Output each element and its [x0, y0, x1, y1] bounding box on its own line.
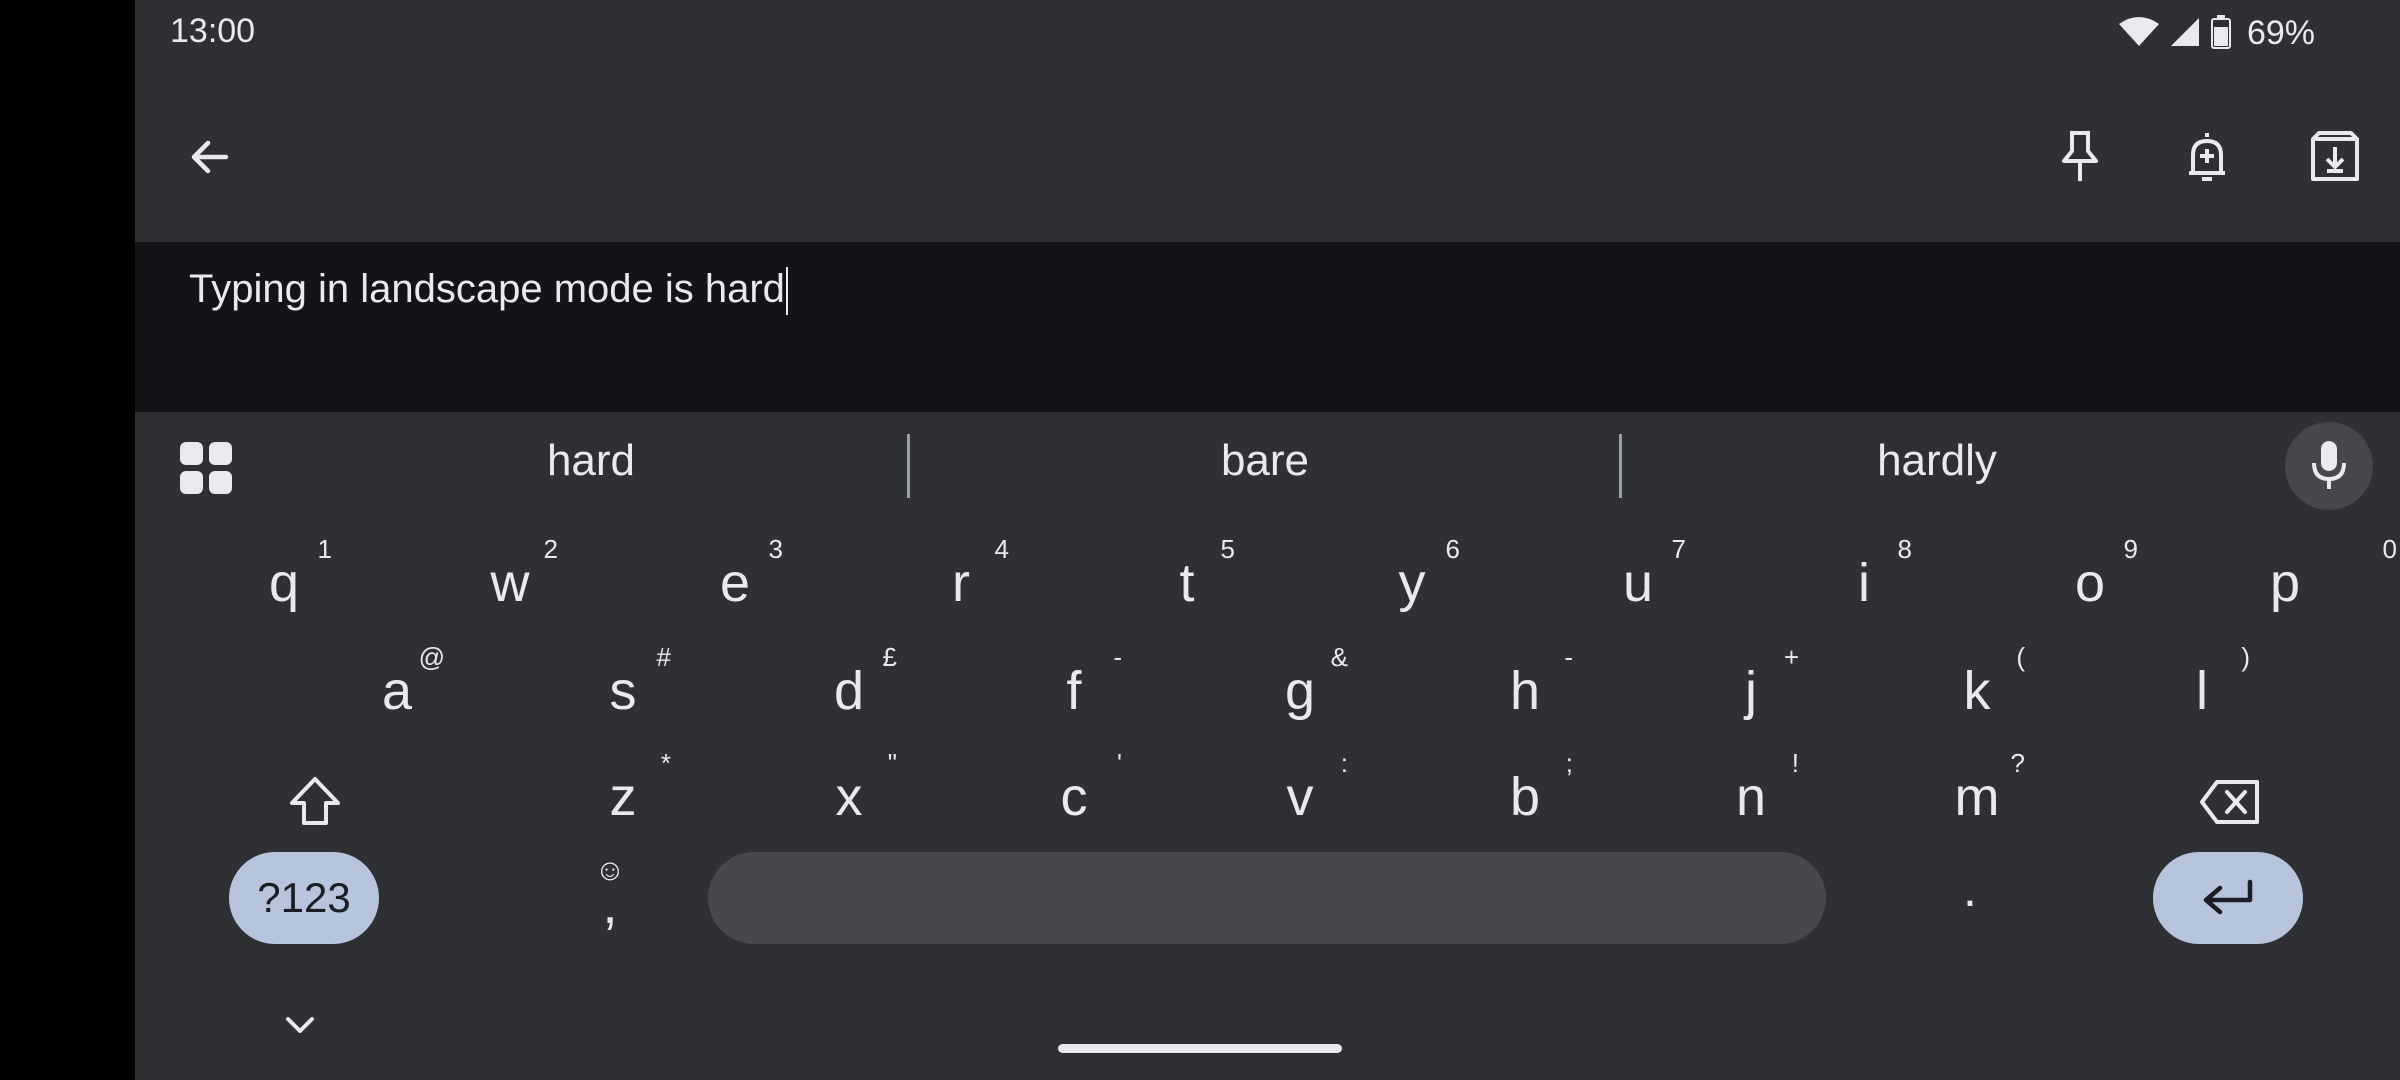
suggestion-2[interactable]: bare	[1115, 436, 1415, 486]
back-arrow-icon	[191, 140, 229, 174]
text-caret	[785, 267, 788, 316]
key-d[interactable]: d £	[749, 640, 949, 740]
key-b[interactable]: b;	[1425, 746, 1625, 846]
comma-label: ,	[602, 875, 618, 935]
key-u[interactable]: u7	[1538, 532, 1738, 632]
key-f[interactable]: f-	[974, 640, 1174, 740]
key-s[interactable]: s #	[523, 640, 723, 740]
back-button[interactable]	[170, 117, 250, 197]
cell-signal-icon	[2169, 16, 2201, 52]
archive-button[interactable]	[2295, 117, 2375, 197]
key-r[interactable]: r4	[861, 532, 1061, 632]
key-p[interactable]: p0	[2185, 532, 2397, 632]
battery-icon	[2210, 14, 2231, 53]
key-n[interactable]: n!	[1651, 746, 1851, 846]
battery-percent: 69%	[2246, 14, 2315, 52]
pin-icon	[2062, 131, 2098, 181]
enter-icon	[2203, 879, 2253, 915]
key-i[interactable]: i8	[1764, 532, 1964, 632]
wifi-icon	[2118, 16, 2159, 52]
voice-input-button[interactable]	[2285, 422, 2373, 510]
key-t[interactable]: t5	[1087, 532, 1287, 632]
key-g[interactable]: g &	[1200, 640, 1400, 740]
chevron-down-icon	[286, 1017, 314, 1033]
space-bar[interactable]	[708, 852, 1826, 944]
left-black-bar	[0, 0, 135, 1080]
hide-keyboard-button[interactable]	[270, 995, 330, 1055]
period-label: .	[1963, 861, 1977, 917]
shift-key[interactable]	[265, 752, 365, 852]
reminder-button[interactable]	[2167, 117, 2247, 197]
period-key[interactable]: .	[1915, 852, 2025, 944]
backspace-key[interactable]	[2175, 752, 2285, 852]
key-j[interactable]: j +	[1651, 640, 1851, 740]
key-v[interactable]: v:	[1200, 746, 1400, 846]
microphone-icon	[2312, 441, 2346, 489]
symbols-key[interactable]: ?123	[229, 852, 379, 944]
suggestion-strip: hard bare hardly	[135, 412, 2400, 518]
screen: 13:00 69% Typing in landscape mode is ha…	[135, 0, 2400, 1080]
apps-grid-icon[interactable]	[180, 442, 232, 494]
key-h[interactable]: h-	[1425, 640, 1625, 740]
enter-key[interactable]	[2153, 852, 2303, 944]
comma-key[interactable]: ☺ ,	[555, 852, 665, 944]
keyboard: hard bare hardly q1 w2 e3 r4 t5 y6 u7 i8…	[135, 412, 2400, 1080]
key-q[interactable]: q1	[184, 532, 384, 632]
key-e[interactable]: e3	[635, 532, 835, 632]
suggestion-1[interactable]: hard	[441, 436, 741, 486]
suggestion-3[interactable]: hardly	[1787, 436, 2087, 486]
key-l[interactable]: l)	[2102, 640, 2302, 740]
status-time: 13:00	[170, 12, 256, 50]
archive-icon	[2311, 131, 2359, 181]
backspace-icon	[2200, 780, 2259, 824]
key-z[interactable]: z *	[523, 746, 723, 846]
suggestion-divider	[907, 434, 910, 498]
note-text: Typing in landscape mode is hard	[189, 267, 785, 311]
status-bar: 13:00 69%	[135, 0, 2400, 70]
status-icons: 69%	[2118, 14, 2315, 53]
pin-button[interactable]	[2040, 117, 2120, 197]
key-x[interactable]: x "	[749, 746, 949, 846]
note-text-field[interactable]: Typing in landscape mode is hard	[189, 267, 788, 316]
key-c[interactable]: c '	[974, 746, 1174, 846]
key-o[interactable]: o9	[1990, 532, 2190, 632]
key-a[interactable]: a @	[297, 640, 497, 740]
key-y[interactable]: y6	[1312, 532, 1512, 632]
add-reminder-icon	[2189, 133, 2225, 181]
suggestion-divider	[1619, 434, 1622, 498]
key-w[interactable]: w2	[410, 532, 610, 632]
key-m[interactable]: m?	[1877, 746, 2077, 846]
key-k[interactable]: k(	[1877, 640, 2077, 740]
home-gesture-bar[interactable]	[1058, 1044, 1342, 1053]
note-editor[interactable]: Typing in landscape mode is hard	[135, 242, 2400, 412]
shift-icon	[290, 777, 340, 825]
app-bar	[135, 90, 2400, 240]
